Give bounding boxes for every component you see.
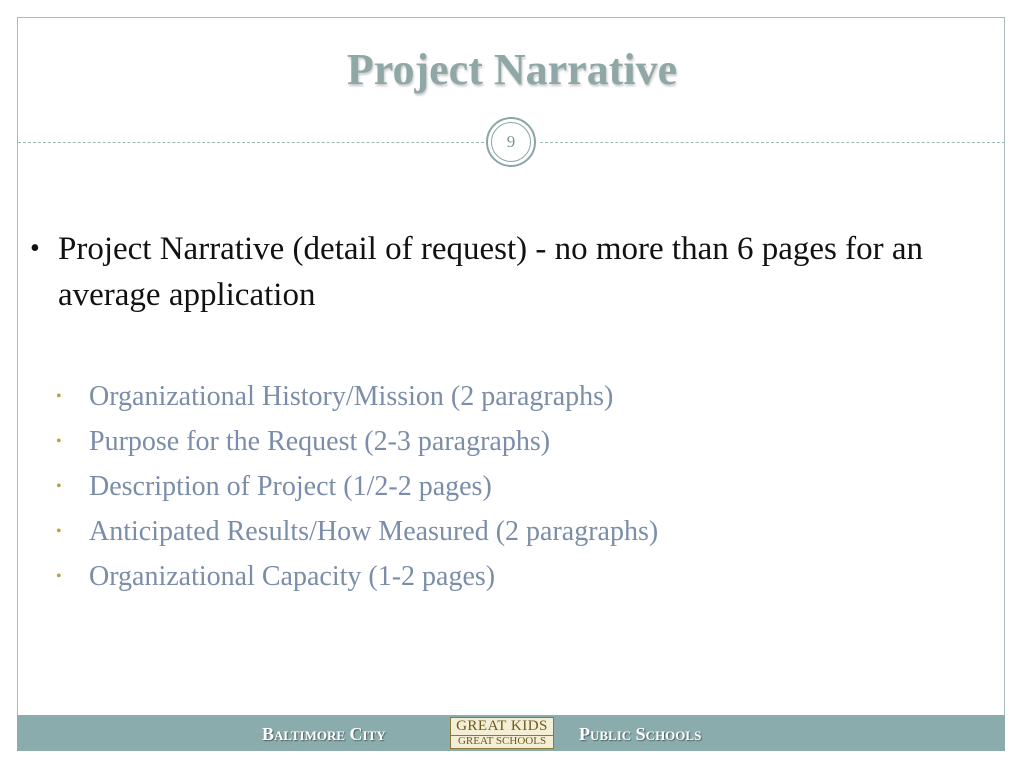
slide-title: Project Narrative [346, 45, 678, 94]
page-number-badge: 9 [486, 117, 536, 167]
sub-bullet-text: Description of Project (1/2-2 pages) [89, 471, 492, 502]
sub-bullet-text: Purpose for the Request (2-3 paragraphs) [89, 426, 551, 457]
footer-bar: Baltimore City GREAT KIDS GREAT SCHOOLS … [17, 715, 1005, 751]
title-divider-right [540, 142, 1005, 143]
main-bullet-marker: • [30, 233, 40, 264]
logo-bottom-text: GREAT SCHOOLS [457, 735, 547, 747]
list-item: • Anticipated Results/How Measured (2 pa… [56, 510, 976, 555]
sub-bullet-marker: • [56, 433, 62, 450]
footer-left-text: Baltimore City [262, 724, 386, 744]
list-item: • Organizational History/Mission (2 para… [56, 375, 976, 420]
list-item: • Description of Project (1/2-2 pages) [56, 465, 976, 510]
sub-bullet-marker: • [56, 388, 62, 405]
list-item: • Purpose for the Request (2-3 paragraph… [56, 420, 976, 465]
list-item: • Organizational Capacity (1-2 pages) [56, 555, 976, 600]
slide: Project Narrative 9 • Project Narrative … [0, 0, 1024, 768]
title-divider-left [18, 142, 484, 143]
sub-bullet-marker: • [56, 568, 62, 585]
logo-top-text: GREAT KIDS [451, 718, 553, 736]
sub-bullet-marker: • [56, 478, 62, 495]
main-bullet-text: Project Narrative (detail of request) - … [58, 231, 923, 313]
sub-bullet-list: • Organizational History/Mission (2 para… [56, 375, 976, 600]
page-number: 9 [506, 132, 516, 151]
footer-right-text: Public Schools [579, 724, 702, 744]
great-kids-logo: GREAT KIDS GREAT SCHOOLS [450, 717, 554, 749]
sub-bullet-marker: • [56, 523, 62, 540]
sub-bullet-text: Organizational History/Mission (2 paragr… [89, 381, 614, 412]
sub-bullet-text: Organizational Capacity (1-2 pages) [89, 561, 496, 592]
sub-bullet-text: Anticipated Results/How Measured (2 para… [89, 516, 659, 547]
